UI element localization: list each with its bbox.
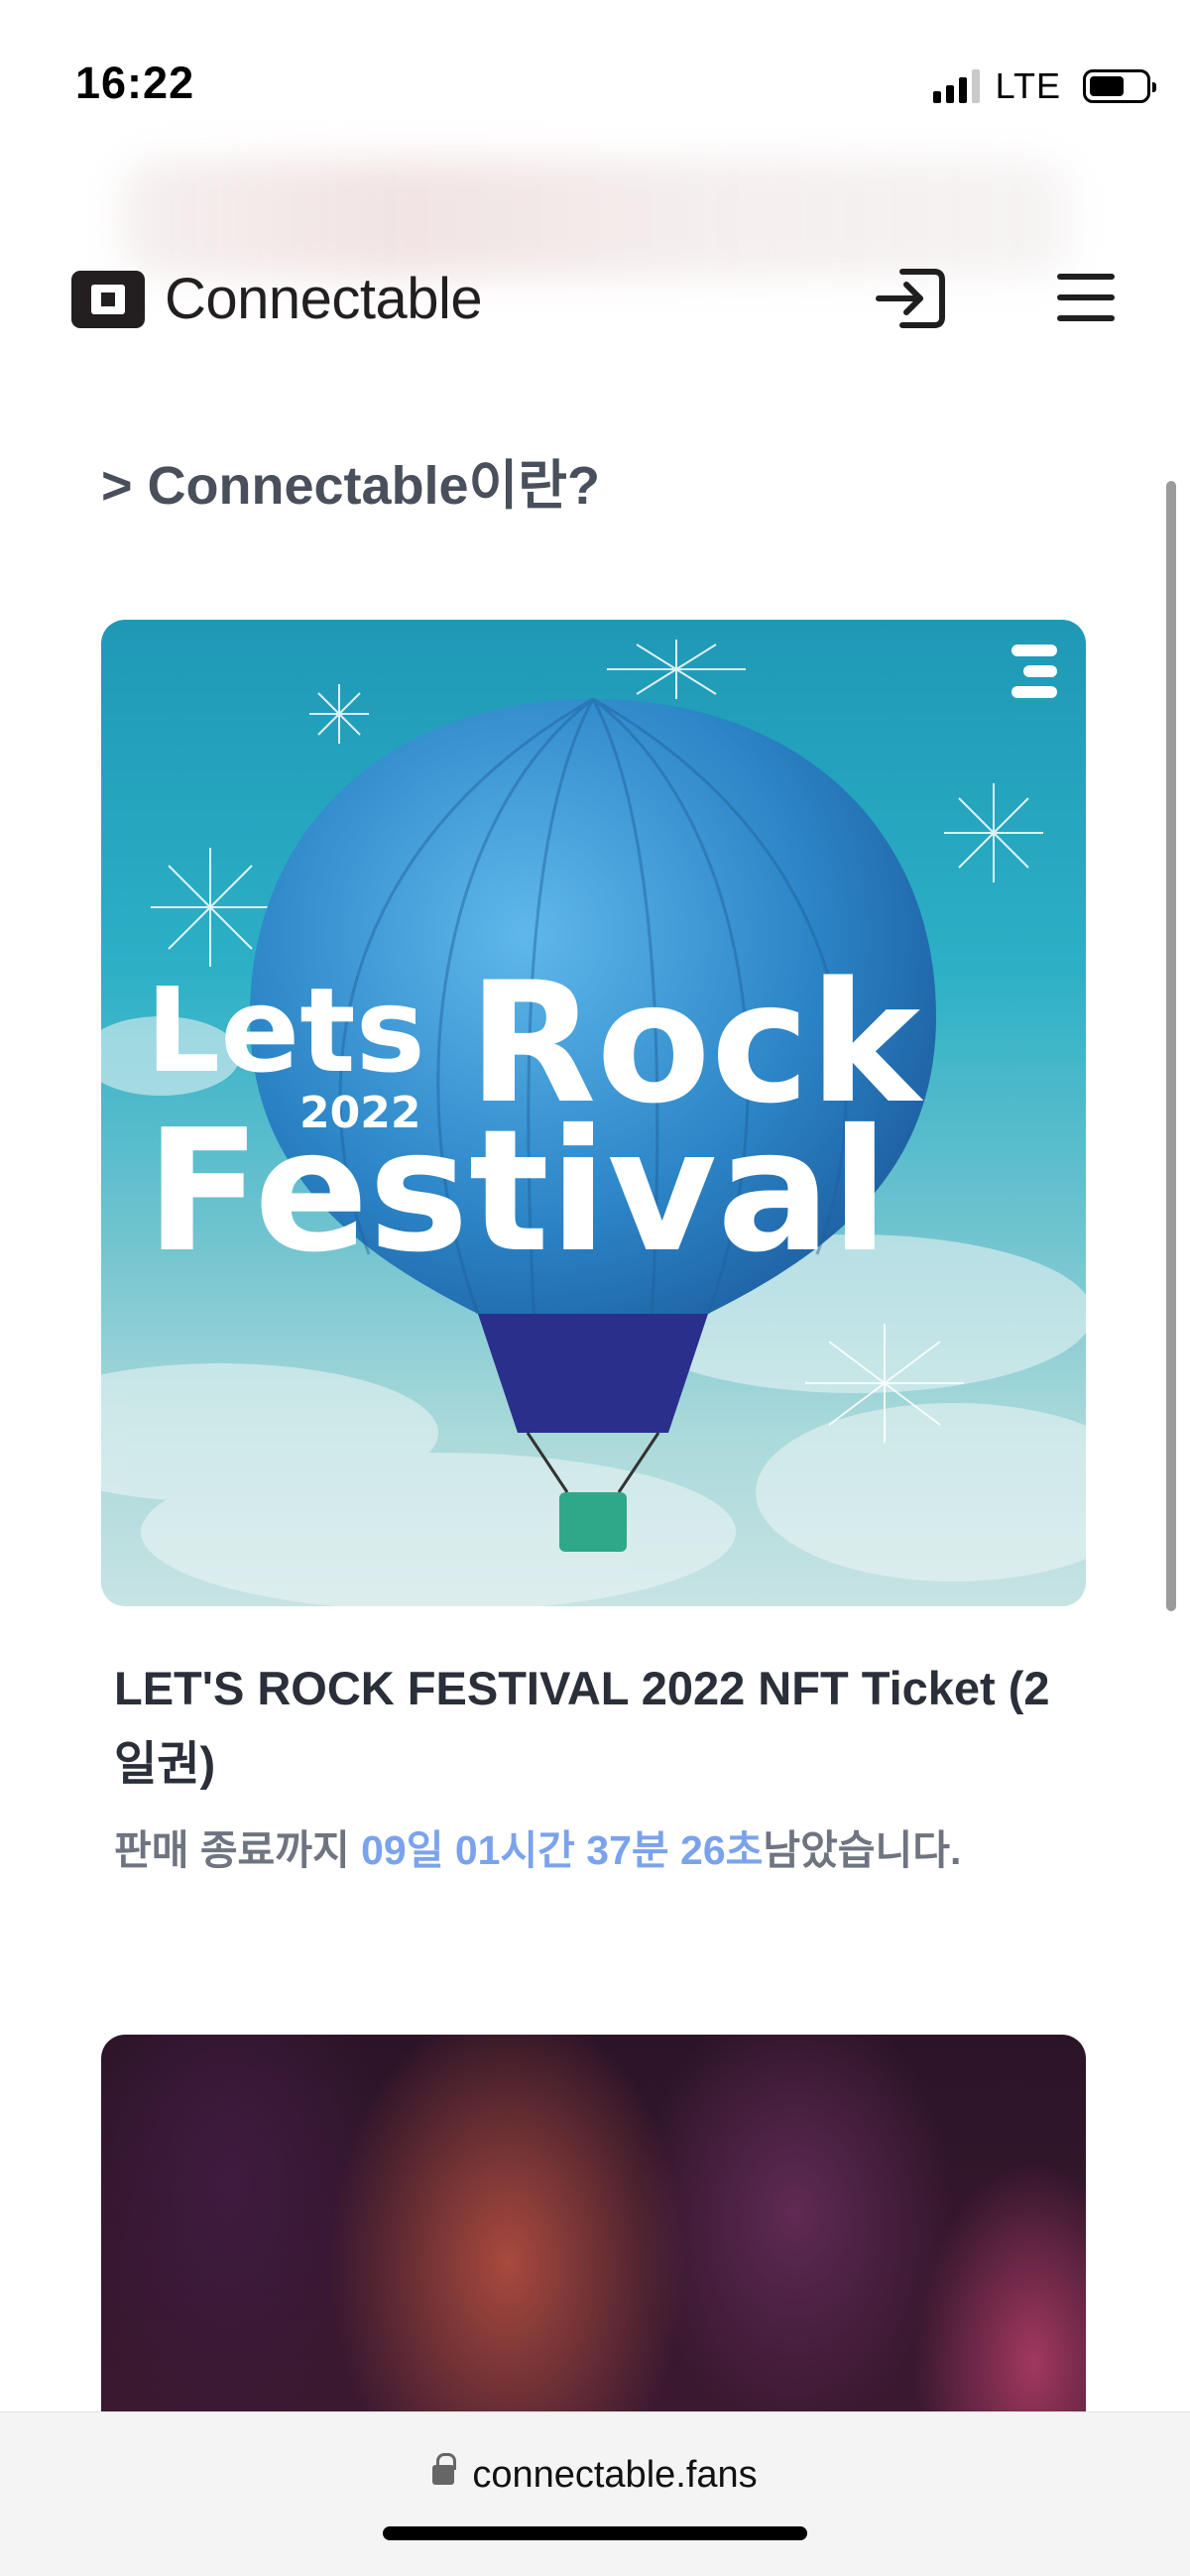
countdown-seconds: 26초 xyxy=(680,1827,764,1873)
section-title-link[interactable]: > Connectable이란? xyxy=(101,441,600,520)
home-indicator[interactable] xyxy=(383,2526,807,2540)
browser-url-bar[interactable]: connectable.fans xyxy=(0,2411,1190,2576)
lock-icon xyxy=(432,2452,457,2485)
hamburger-menu-icon xyxy=(1057,274,1115,280)
page: 16:22 LTE Connectable > Connectable이란? L… xyxy=(0,0,1190,2576)
login-icon xyxy=(876,269,945,328)
poster-lets-text: Lets xyxy=(146,962,425,1099)
login-button[interactable] xyxy=(873,266,950,331)
countdown-hours: 01시간 xyxy=(454,1827,575,1873)
poster-logo-icon xyxy=(1012,644,1057,698)
countdown-days: 09일 xyxy=(361,1827,444,1873)
signal-icon xyxy=(932,69,980,103)
network-type: LTE xyxy=(995,65,1061,106)
status-indicators: LTE xyxy=(932,61,1156,111)
nft-ticket-title[interactable]: LET'S ROCK FESTIVAL 2022 NFT Ticket (2일권… xyxy=(114,1651,1086,1802)
countdown-suffix: 남았습니다. xyxy=(763,1827,962,1873)
blurred-banner xyxy=(119,159,1071,278)
nft-ticket-image-2[interactable] xyxy=(101,2035,1086,2431)
status-time: 16:22 xyxy=(75,58,195,108)
brand-logo[interactable]: Connectable xyxy=(71,266,483,332)
url-display[interactable]: connectable.fans xyxy=(0,2452,1190,2497)
festival-poster: Lets Rock 2022 Festival xyxy=(101,640,1086,1606)
battery-icon xyxy=(1083,69,1156,103)
status-bar: 16:22 LTE xyxy=(0,0,1190,164)
sale-countdown: 판매 종료까지 09일 01시간 37분 26초남았습니다. xyxy=(114,1816,961,1876)
poster-festival-text: Festival xyxy=(146,1094,889,1290)
brand-name: Connectable xyxy=(165,267,483,331)
balloon-basket xyxy=(559,1492,627,1552)
countdown-minutes: 37분 xyxy=(586,1827,669,1873)
scrollbar[interactable] xyxy=(1166,481,1176,1611)
menu-button[interactable] xyxy=(1051,268,1121,327)
nft-ticket-image[interactable]: Lets Rock 2022 Festival xyxy=(101,620,1086,1606)
connectable-logo-icon xyxy=(71,270,145,328)
url-text: connectable.fans xyxy=(472,2454,758,2496)
countdown-prefix: 판매 종료까지 xyxy=(114,1827,362,1873)
